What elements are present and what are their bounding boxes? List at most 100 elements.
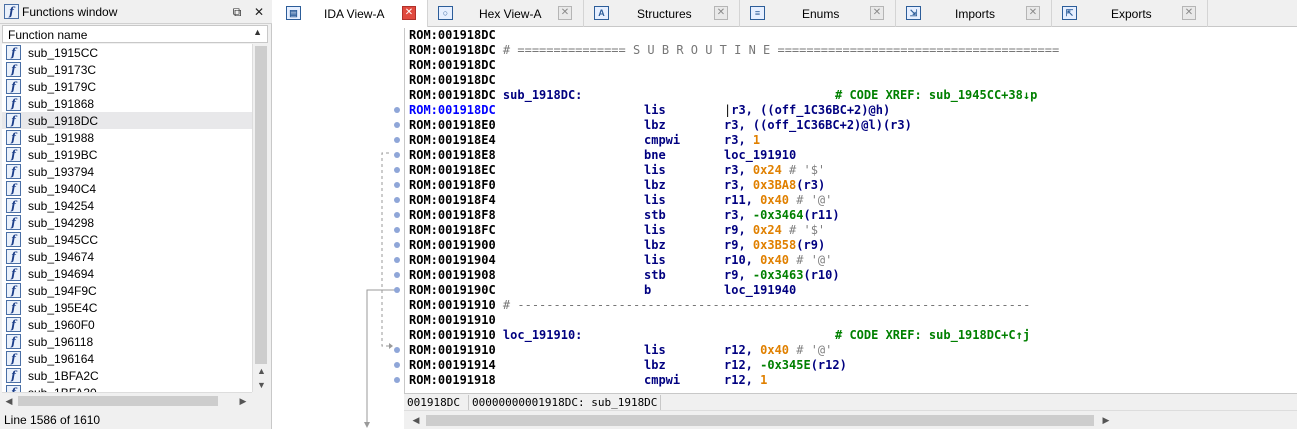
- function-list-item[interactable]: f sub_19173C: [2, 61, 252, 78]
- ida-disassembly-view[interactable]: ROM:001918DC ROM:001918DC # =============…: [404, 28, 1297, 393]
- scroll-right-arrow-icon[interactable]: ▶: [236, 393, 250, 409]
- disassembly-line[interactable]: ROM:00191910: [409, 313, 496, 328]
- scroll-down-arrow-icon[interactable]: ▼: [253, 378, 270, 392]
- disassembly-line[interactable]: ROM:00191910 lis r12, 0x40 # '@': [409, 343, 832, 358]
- close-window-button[interactable]: ✕: [250, 3, 268, 21]
- function-icon: f: [6, 385, 21, 392]
- xref-comment: # CODE XREF: sub_1918DC+C↑j: [835, 328, 1031, 342]
- scroll-right-arrow-icon[interactable]: ▶: [1098, 411, 1114, 429]
- function-list-status: Line 1586 of 1610: [4, 413, 101, 427]
- disassembly-status-bar: 001918DC 00000000001918DC: sub_1918DC: [404, 393, 1297, 410]
- disassembly-line[interactable]: ROM:001918DC # =============== S U B R O…: [409, 43, 1059, 58]
- disassembly-line[interactable]: ROM:00191900 lbz r9, 0x3B58(r9): [409, 238, 825, 253]
- tab-hex-view-a[interactable]: ○ Hex View-A ✕: [428, 0, 584, 27]
- scrollbar-thumb[interactable]: [426, 415, 1094, 426]
- function-list-item[interactable]: f sub_1919BC: [2, 146, 252, 163]
- instruction-marker-icon[interactable]: [394, 182, 400, 188]
- instruction-marker-icon[interactable]: [394, 152, 400, 158]
- function-list-item[interactable]: f sub_1BFA2C: [2, 367, 252, 384]
- function-list-item[interactable]: f sub_191988: [2, 129, 252, 146]
- function-list-item[interactable]: f sub_196118: [2, 333, 252, 350]
- instruction-marker-icon[interactable]: [394, 227, 400, 233]
- function-list-item[interactable]: f sub_1960F0: [2, 316, 252, 333]
- function-list-item[interactable]: f sub_196164: [2, 350, 252, 367]
- function-list-vertical-scrollbar[interactable]: ▲ ▼: [252, 44, 269, 392]
- disassembly-line[interactable]: ROM:00191918 cmpwi r12, 1: [409, 373, 767, 388]
- instruction-marker-icon[interactable]: [394, 257, 400, 263]
- disassembly-line[interactable]: ROM:001918E8 bne loc_191910: [409, 148, 796, 163]
- instruction-marker-icon[interactable]: [394, 122, 400, 128]
- function-list-item[interactable]: f sub_195E4C: [2, 299, 252, 316]
- function-list-item[interactable]: f sub_194298: [2, 214, 252, 231]
- instruction-marker-icon[interactable]: [394, 272, 400, 278]
- close-tab-icon[interactable]: ✕: [558, 6, 572, 20]
- function-list-item[interactable]: f sub_1915CC: [2, 44, 252, 61]
- operand-number: 1: [752, 133, 761, 147]
- instruction-marker-icon[interactable]: [394, 347, 400, 353]
- scrollbar-thumb[interactable]: [18, 396, 218, 406]
- disassembly-line[interactable]: ROM:00191910 # -------------------------…: [409, 298, 1030, 313]
- instruction-marker-icon[interactable]: [394, 167, 400, 173]
- disassembly-line[interactable]: ROM:00191914 lbz r12, -0x345E(r12): [409, 358, 847, 373]
- tab-structures[interactable]: A Structures ✕: [584, 0, 740, 27]
- function-list-item[interactable]: f sub_194254: [2, 197, 252, 214]
- function-list-item[interactable]: f sub_19179C: [2, 78, 252, 95]
- disassembly-line[interactable]: ROM:001918F4 lis r11, 0x40 # '@': [409, 193, 832, 208]
- disassembly-line[interactable]: ROM:00191910 loc_191910: # CODE XREF: sub…: [409, 328, 1030, 343]
- disassembly-line[interactable]: ROM:001918DC lis |r3, ((off_1C36BC+2)@h): [409, 103, 890, 118]
- scroll-left-arrow-icon[interactable]: ◀: [408, 411, 424, 429]
- instruction-marker-icon[interactable]: [394, 137, 400, 143]
- disassembly-line[interactable]: ROM:001918DC: [409, 28, 496, 43]
- disassembly-line[interactable]: ROM:001918E0 lbz r3, ((off_1C36BC+2)@l)(r3…: [409, 118, 912, 133]
- function-list-horizontal-scrollbar[interactable]: ◀ ▶: [2, 392, 252, 408]
- disassembly-line[interactable]: ROM:001918F0 lbz r3, 0x3BA8(r3): [409, 178, 825, 193]
- disassembly-horizontal-scrollbar[interactable]: ◀ ▶: [404, 410, 1297, 429]
- instruction-marker-icon[interactable]: [394, 362, 400, 368]
- function-list-item[interactable]: f sub_194674: [2, 248, 252, 265]
- function-list-item[interactable]: f sub_194F9C: [2, 282, 252, 299]
- instruction-marker-icon[interactable]: [394, 212, 400, 218]
- instruction-marker-icon[interactable]: [394, 377, 400, 383]
- disassembly-line[interactable]: ROM:001918DC: [409, 73, 496, 88]
- disassembly-line[interactable]: ROM:0019190C b loc_191940: [409, 283, 796, 298]
- tab-enums[interactable]: ≡ Enums ✕: [740, 0, 896, 27]
- function-list-item[interactable]: f sub_194694: [2, 265, 252, 282]
- disassembly-line[interactable]: ROM:00191908 stb r9, -0x3463(r10): [409, 268, 840, 283]
- operand-text: r3,: [724, 178, 753, 192]
- function-list-item[interactable]: f sub_191868: [2, 95, 252, 112]
- instruction-marker-icon[interactable]: [394, 287, 400, 293]
- scroll-up-arrow-icon[interactable]: ▲: [253, 364, 270, 378]
- close-tab-icon[interactable]: ✕: [1026, 6, 1040, 20]
- function-name-column-header[interactable]: Function name ▲: [2, 25, 268, 43]
- close-tab-icon[interactable]: ✕: [870, 6, 884, 20]
- disassembly-line[interactable]: ROM:001918DC sub_1918DC: # CODE XREF: sub…: [409, 88, 1037, 103]
- scroll-left-arrow-icon[interactable]: ◀: [2, 393, 16, 409]
- function-icon: f: [6, 249, 21, 264]
- disassembly-line[interactable]: ROM:001918FC lis r9, 0x24 # '$': [409, 223, 825, 238]
- function-list-item[interactable]: f sub_1945CC: [2, 231, 252, 248]
- disassembly-line[interactable]: ROM:001918EC lis r3, 0x24 # '$': [409, 163, 825, 178]
- operand-negative-offset: -0x3463: [752, 268, 804, 282]
- disassembly-line[interactable]: ROM:001918F8 stb r3, -0x3464(r11): [409, 208, 840, 223]
- function-list-item[interactable]: f sub_1918DC: [2, 112, 252, 129]
- close-tab-icon[interactable]: ✕: [714, 6, 728, 20]
- function-list-item[interactable]: fsub_1BFA30: [2, 384, 252, 392]
- disassembly-line[interactable]: ROM:001918DC: [409, 58, 496, 73]
- operand-text: r12,: [724, 373, 761, 387]
- function-list-item[interactable]: f sub_1940C4: [2, 180, 252, 197]
- instruction-mnemonic: lbz: [644, 238, 666, 252]
- tab-exports[interactable]: ⇱ Exports ✕: [1052, 0, 1208, 27]
- tab-ida-view-a[interactable]: ▤ IDA View-A ✕: [276, 0, 428, 27]
- disassembly-line[interactable]: ROM:001918E4 cmpwi r3, 1: [409, 133, 760, 148]
- scrollbar-thumb[interactable]: [255, 46, 267, 364]
- float-window-button[interactable]: ⧉: [228, 3, 246, 21]
- instruction-marker-icon[interactable]: [394, 197, 400, 203]
- instruction-marker-icon[interactable]: [394, 242, 400, 248]
- operand-text: r9,: [724, 268, 753, 282]
- instruction-marker-icon[interactable]: [394, 107, 400, 113]
- close-tab-icon[interactable]: ✕: [1182, 6, 1196, 20]
- function-list-item[interactable]: f sub_193794: [2, 163, 252, 180]
- tab-imports[interactable]: ⇲ Imports ✕: [896, 0, 1052, 27]
- close-tab-icon[interactable]: ✕: [402, 6, 416, 20]
- disassembly-line[interactable]: ROM:00191904 lis r10, 0x40 # '@': [409, 253, 832, 268]
